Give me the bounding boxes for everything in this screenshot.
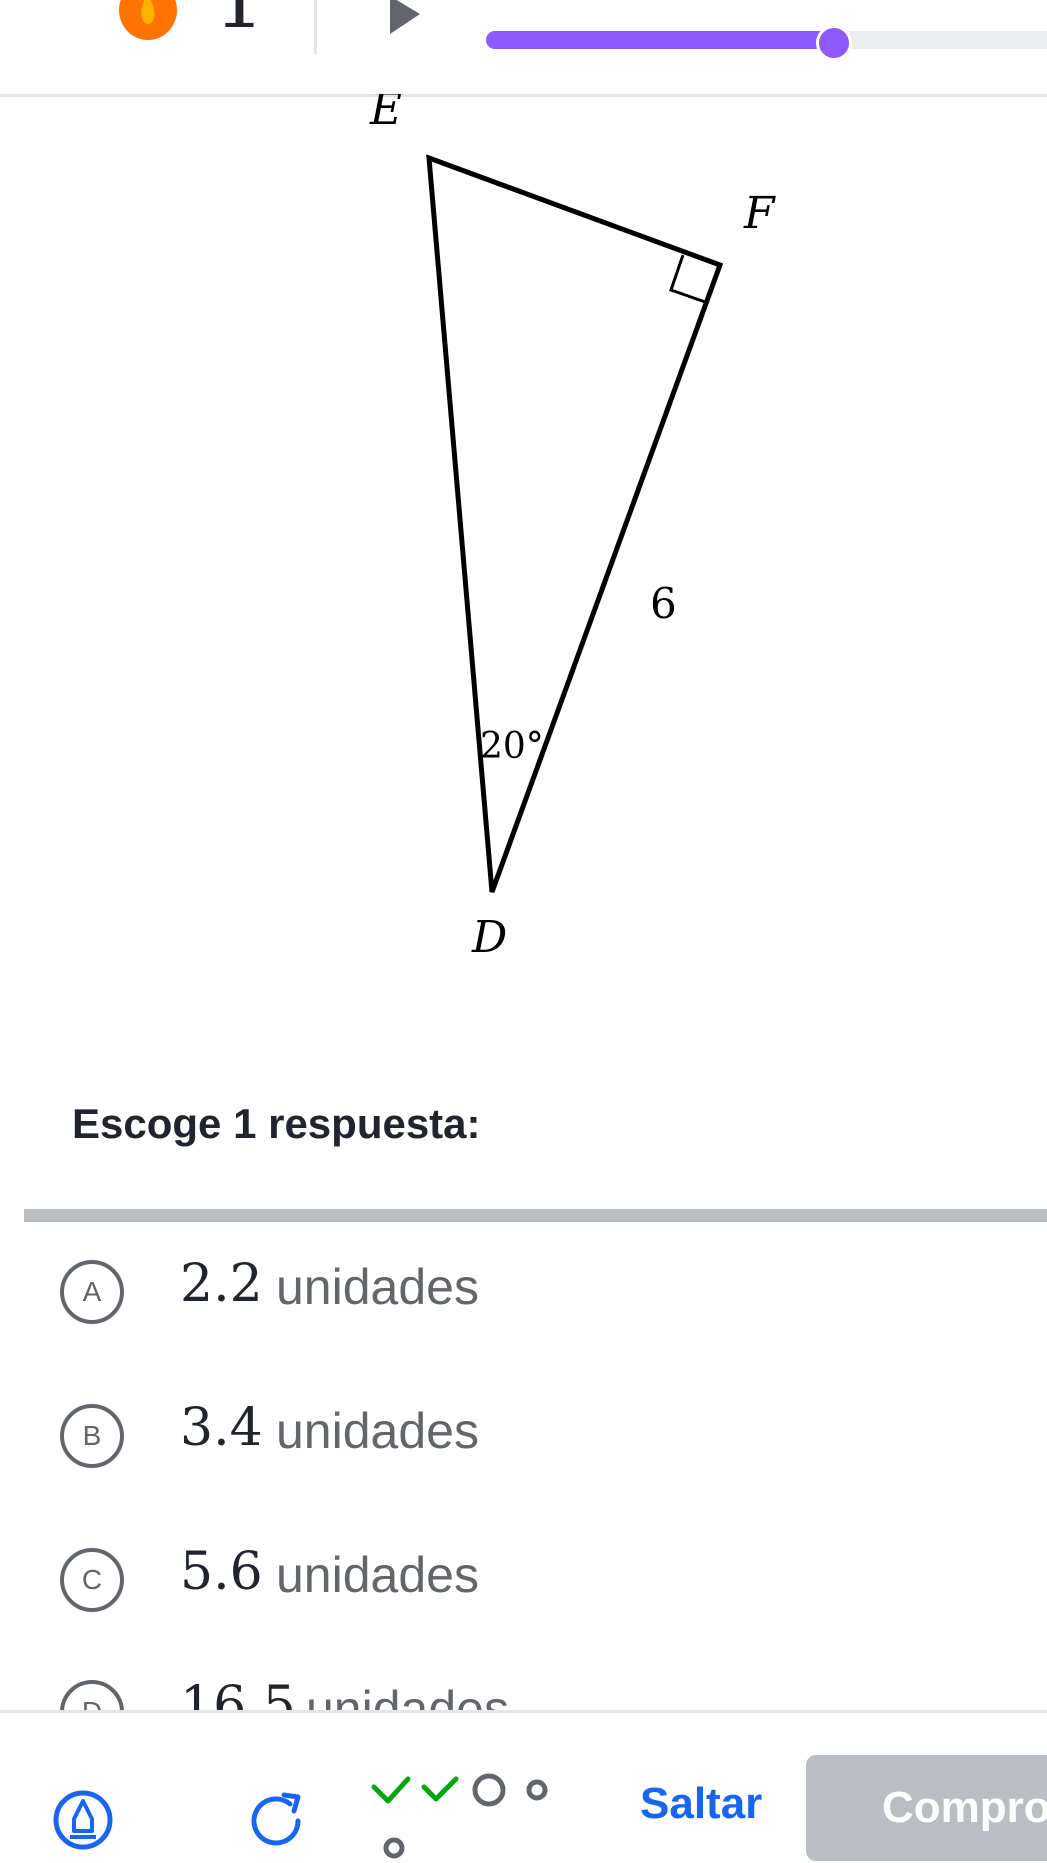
triangle-diagram: E F D 6 20° bbox=[369, 94, 776, 963]
choice-c-value: 5.6 bbox=[180, 1542, 263, 1602]
choice-c[interactable]: C 5.6 unidades bbox=[0, 1510, 1047, 1630]
correct-check-icon bbox=[371, 1776, 411, 1804]
choice-a-value: 2.2 bbox=[180, 1254, 263, 1314]
check-button[interactable]: Comprobar bbox=[806, 1755, 1047, 1861]
question-prompt: Escoge 1 respuesta: bbox=[72, 1100, 481, 1147]
triangle-def bbox=[426, 154, 724, 893]
choice-a[interactable]: A 2.2 unidades bbox=[0, 1222, 1047, 1342]
attempt-status-indicator bbox=[371, 1773, 548, 1859]
top-bar: 1 bbox=[0, 0, 1047, 97]
streak-flame-icon bbox=[119, 0, 177, 40]
choice-b-value: 3.4 bbox=[180, 1398, 263, 1458]
choice-a-letter: A bbox=[60, 1260, 124, 1324]
topbar-divider bbox=[314, 0, 317, 54]
choice-a-unit: unidades bbox=[276, 1259, 479, 1315]
vertex-label-e: E bbox=[369, 94, 402, 135]
choice-b-unit: unidades bbox=[276, 1403, 479, 1459]
bottom-toolbar: Saltar Comprobar bbox=[0, 1710, 1047, 1861]
right-angle-marker bbox=[669, 254, 709, 305]
choice-b-letter: B bbox=[60, 1404, 124, 1468]
angle-label: 20° bbox=[480, 726, 544, 767]
choice-c-unit: unidades bbox=[276, 1547, 479, 1603]
choice-c-letter: C bbox=[60, 1548, 124, 1612]
side-length-label: 6 bbox=[650, 579, 677, 628]
streak-count: 1 bbox=[214, 0, 265, 40]
progress-marker bbox=[816, 25, 852, 61]
choices-divider bbox=[24, 1209, 1047, 1222]
refresh-icon[interactable] bbox=[244, 1789, 308, 1853]
play-icon[interactable] bbox=[390, 0, 420, 34]
pending-attempt-icon bbox=[526, 1779, 548, 1801]
skip-button[interactable]: Saltar bbox=[640, 1779, 762, 1829]
pending-attempt-icon bbox=[383, 1837, 405, 1859]
choice-b[interactable]: B 3.4 unidades bbox=[0, 1366, 1047, 1486]
progress-fill bbox=[486, 31, 834, 49]
exercise-progress-bar bbox=[486, 25, 1047, 61]
vertex-label-d: D bbox=[471, 912, 507, 963]
vertex-label-f: F bbox=[743, 188, 776, 239]
empty-attempt-icon bbox=[472, 1773, 506, 1807]
correct-check-icon bbox=[421, 1776, 459, 1802]
scratchpad-pencil-icon[interactable] bbox=[52, 1789, 114, 1851]
